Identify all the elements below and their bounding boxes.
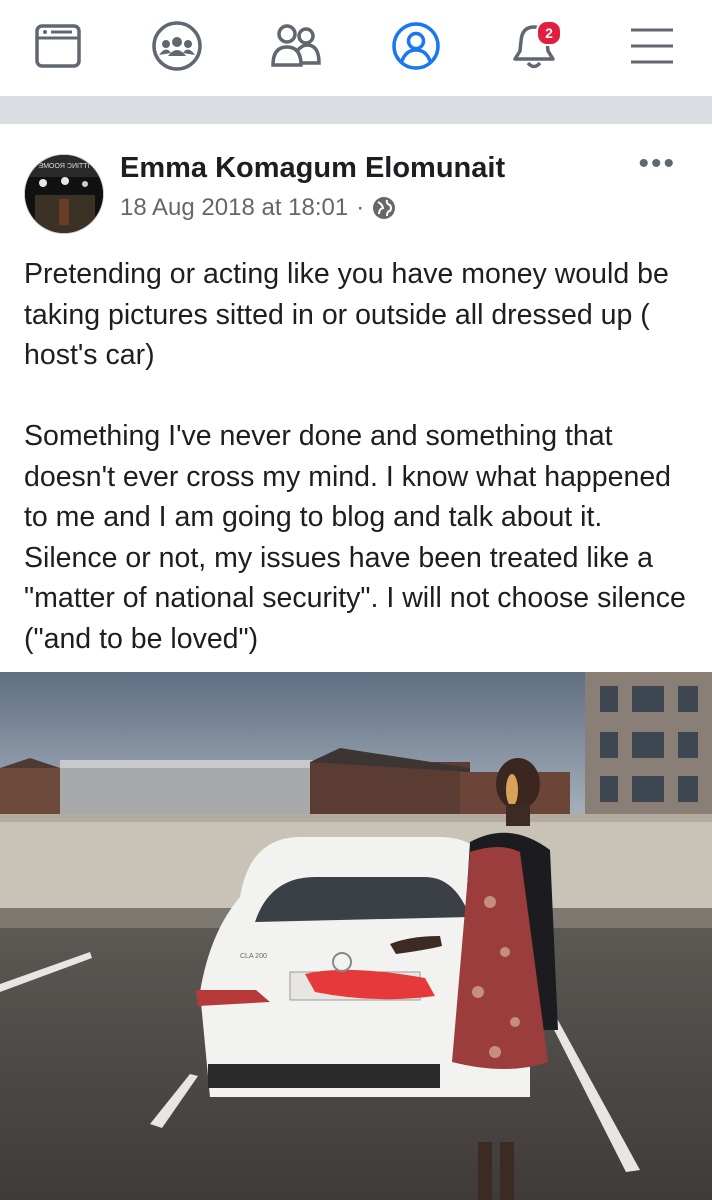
profile-tab[interactable] xyxy=(384,14,448,78)
meta-separator: · xyxy=(356,194,365,221)
post-card: ƎMOOЯ ƆИITTI Emma Komagum Elomunait 18 A… xyxy=(0,124,712,1200)
post-meta: 18 Aug 2018 at 18:01 · xyxy=(120,194,396,222)
globe-icon xyxy=(373,197,396,219)
groups-icon xyxy=(152,21,202,71)
feed-divider xyxy=(0,98,712,124)
author-avatar[interactable]: ƎMOOЯ ƆИITTI xyxy=(24,154,104,234)
car-badge: CLA 200 xyxy=(240,953,267,960)
post-text: Pretending or acting like you have money… xyxy=(24,258,686,655)
post-photo[interactable]: CLA 200 xyxy=(0,672,712,1200)
menu-tab[interactable] xyxy=(620,14,684,78)
more-options-button[interactable]: ••• xyxy=(638,149,676,179)
top-navigation-bar: 2 xyxy=(0,0,712,98)
hamburger-menu-icon xyxy=(631,28,673,64)
avatar-image: ƎMOOЯ ƆИITTI xyxy=(25,155,103,233)
news-feed-tab[interactable] xyxy=(26,14,90,78)
author-name[interactable]: Emma Komagum Elomunait xyxy=(120,152,505,185)
photo-woman-beside-car: CLA 200 xyxy=(0,672,712,1200)
friends-icon xyxy=(271,24,321,67)
notifications-tab[interactable]: 2 xyxy=(502,14,566,78)
groups-tab[interactable] xyxy=(145,14,209,78)
post-timestamp[interactable]: 18 Aug 2018 at 18:01 xyxy=(120,194,348,222)
news-feed-icon xyxy=(35,24,81,68)
notification-badge: 2 xyxy=(536,20,562,46)
avatar-sign-text: ƎMOOЯ ƆИITTI xyxy=(39,163,90,170)
profile-icon xyxy=(392,22,440,70)
friends-tab[interactable] xyxy=(264,14,328,78)
